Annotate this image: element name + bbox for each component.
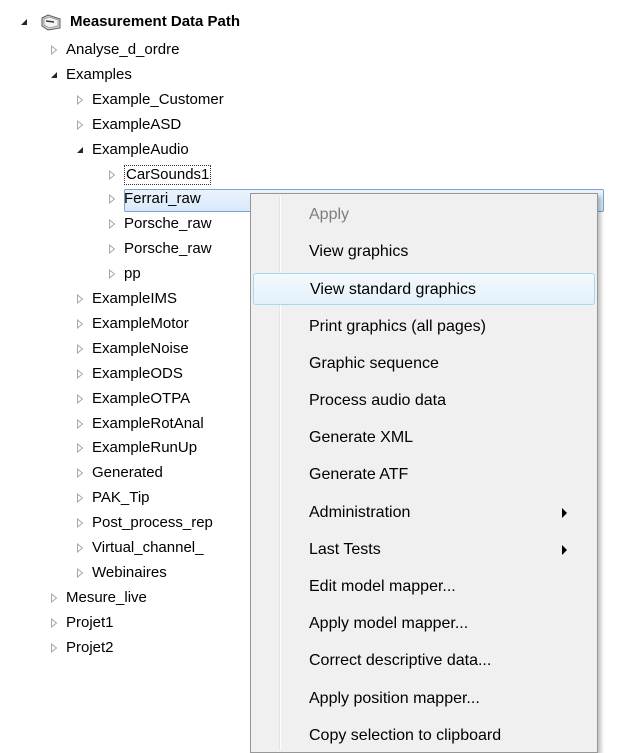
menu-item-label: Print graphics (all pages) xyxy=(309,317,486,335)
tree-item-label: pp xyxy=(124,265,141,283)
collapsed-arrow-icon[interactable] xyxy=(74,387,86,411)
tree-item-label: ExampleAudio xyxy=(92,140,189,158)
tree-item-label: ExampleNoise xyxy=(92,339,189,357)
tree-item-label: Projet2 xyxy=(66,638,114,656)
tree-item-label: Generated xyxy=(92,464,163,482)
collapsed-arrow-icon[interactable] xyxy=(106,212,118,236)
menu-item-copy-selection-to-clipboard[interactable]: Copy selection to clipboard xyxy=(253,720,595,752)
tree-item-label: Ferrari_raw xyxy=(124,190,201,208)
tree-item-label: ExampleODS xyxy=(92,364,183,382)
collapsed-arrow-icon[interactable] xyxy=(106,237,118,261)
collapsed-arrow-icon[interactable] xyxy=(74,88,86,112)
submenu-arrow-icon xyxy=(562,544,567,555)
expand-arrow-icon[interactable] xyxy=(18,10,30,34)
tree-item-label: Porsche_raw xyxy=(124,240,212,258)
tree-item-label: Examples xyxy=(66,65,132,83)
collapsed-arrow-icon[interactable] xyxy=(48,611,60,635)
tree-item-label: ExampleRotAnal xyxy=(92,414,204,432)
menu-item-generate-atf[interactable]: Generate ATF xyxy=(253,459,595,491)
menu-item-apply[interactable]: Apply xyxy=(253,199,595,231)
collapsed-arrow-icon[interactable] xyxy=(74,536,86,560)
menu-item-view-graphics[interactable]: View graphics xyxy=(253,236,595,268)
menu-item-label: Apply model mapper... xyxy=(309,615,469,633)
menu-item-generate-xml[interactable]: Generate XML xyxy=(253,422,595,454)
collapsed-arrow-icon[interactable] xyxy=(74,436,86,460)
collapsed-arrow-icon[interactable] xyxy=(48,586,60,610)
collapsed-arrow-icon[interactable] xyxy=(74,461,86,485)
menu-item-graphic-sequence[interactable]: Graphic sequence xyxy=(253,348,595,380)
tree-item-label: Mesure_live xyxy=(66,588,147,606)
tree-item-label: Virtual_channel_ xyxy=(92,539,204,556)
menu-item-label: Last Tests xyxy=(309,540,381,558)
tree-item-label: ExampleMotor xyxy=(92,314,189,332)
submenu-arrow-icon xyxy=(562,507,567,518)
tree-item-label: Projet1 xyxy=(66,613,114,631)
menu-item-label: Copy selection to clipboard xyxy=(309,726,502,744)
menu-item-label: Generate ATF xyxy=(309,466,409,484)
collapsed-arrow-icon[interactable] xyxy=(74,362,86,386)
expanded-arrow-icon[interactable] xyxy=(74,138,86,162)
menu-item-label: Administration xyxy=(309,503,411,521)
folder-network-icon xyxy=(40,13,62,31)
menu-item-label: View graphics xyxy=(309,243,409,261)
menu-item-process-audio-data[interactable]: Process audio data xyxy=(253,385,595,417)
menu-item-label: Apply xyxy=(309,206,350,223)
tree-item[interactable]: Analyse_d_ordre xyxy=(0,38,617,62)
collapsed-arrow-icon[interactable] xyxy=(48,38,60,62)
menu-item-apply-position-mapper[interactable]: Apply position mapper... xyxy=(253,683,595,715)
tree-item-label: Example_Customer xyxy=(92,90,224,108)
menu-item-view-standard-graphics[interactable]: View standard graphics xyxy=(253,273,595,306)
tree-item-label: ExampleRunUp xyxy=(92,439,198,457)
collapsed-arrow-icon[interactable] xyxy=(74,561,86,585)
collapsed-arrow-icon[interactable] xyxy=(106,187,118,211)
menu-item-administration[interactable]: Administration xyxy=(253,497,595,529)
expanded-arrow-icon[interactable] xyxy=(48,63,60,87)
tree-root-label: Measurement Data Path xyxy=(70,13,241,30)
tree-item[interactable]: ExampleAudio xyxy=(0,138,617,162)
collapsed-arrow-icon[interactable] xyxy=(74,337,86,361)
collapsed-arrow-icon[interactable] xyxy=(74,113,86,137)
menu-item-label: View standard graphics xyxy=(310,281,477,299)
context-menu: Apply View graphics View standard graphics… xyxy=(250,193,598,753)
tree-item-label: ExampleASD xyxy=(92,115,182,133)
tree-item-label: PAK_Tip xyxy=(92,489,150,507)
menu-item-print-graphics-all-pages[interactable]: Print graphics (all pages) xyxy=(253,311,595,343)
menu-item-label: Edit model mapper... xyxy=(309,578,456,595)
tree-item-label: ExampleOTPA xyxy=(92,389,191,407)
collapsed-arrow-icon[interactable] xyxy=(48,636,60,660)
tree-item-label: Webinaires xyxy=(92,563,167,581)
tree-item[interactable]: Example_Customer xyxy=(0,88,617,112)
menu-item-edit-model-mapper[interactable]: Edit model mapper... xyxy=(253,571,595,603)
menu-item-label: Generate XML xyxy=(309,429,414,447)
tree-item-label: Analyse_d_ordre xyxy=(66,41,180,58)
collapsed-arrow-icon[interactable] xyxy=(106,163,118,187)
tree-item-label: Post_process_rep xyxy=(92,514,213,532)
menu-item-label: Apply position mapper... xyxy=(309,689,480,707)
tree-item-label: Porsche_raw xyxy=(124,215,212,233)
tree-item[interactable]: ExampleASD xyxy=(0,113,617,137)
menu-item-apply-model-mapper[interactable]: Apply model mapper... xyxy=(253,608,595,640)
collapsed-arrow-icon[interactable] xyxy=(74,486,86,510)
collapsed-arrow-icon[interactable] xyxy=(74,412,86,436)
collapsed-arrow-icon[interactable] xyxy=(74,511,86,535)
menu-item-label: Process audio data xyxy=(309,392,446,409)
tree-item-selected[interactable]: CarSounds1 xyxy=(0,163,617,187)
collapsed-arrow-icon[interactable] xyxy=(74,312,86,336)
collapsed-arrow-icon[interactable] xyxy=(106,262,118,286)
menu-item-label: Correct descriptive data... xyxy=(309,652,492,670)
menu-item-last-tests[interactable]: Last Tests xyxy=(253,534,595,566)
menu-item-correct-descriptive-data[interactable]: Correct descriptive data... xyxy=(253,645,595,677)
menu-item-label: Graphic sequence xyxy=(309,354,439,372)
tree-item[interactable]: Examples xyxy=(0,63,617,87)
tree-item-label: CarSounds1 xyxy=(124,164,212,185)
tree-root[interactable]: Measurement Data Path xyxy=(0,10,617,34)
tree-item-label: ExampleIMS xyxy=(92,290,178,307)
collapsed-arrow-icon[interactable] xyxy=(74,287,86,311)
